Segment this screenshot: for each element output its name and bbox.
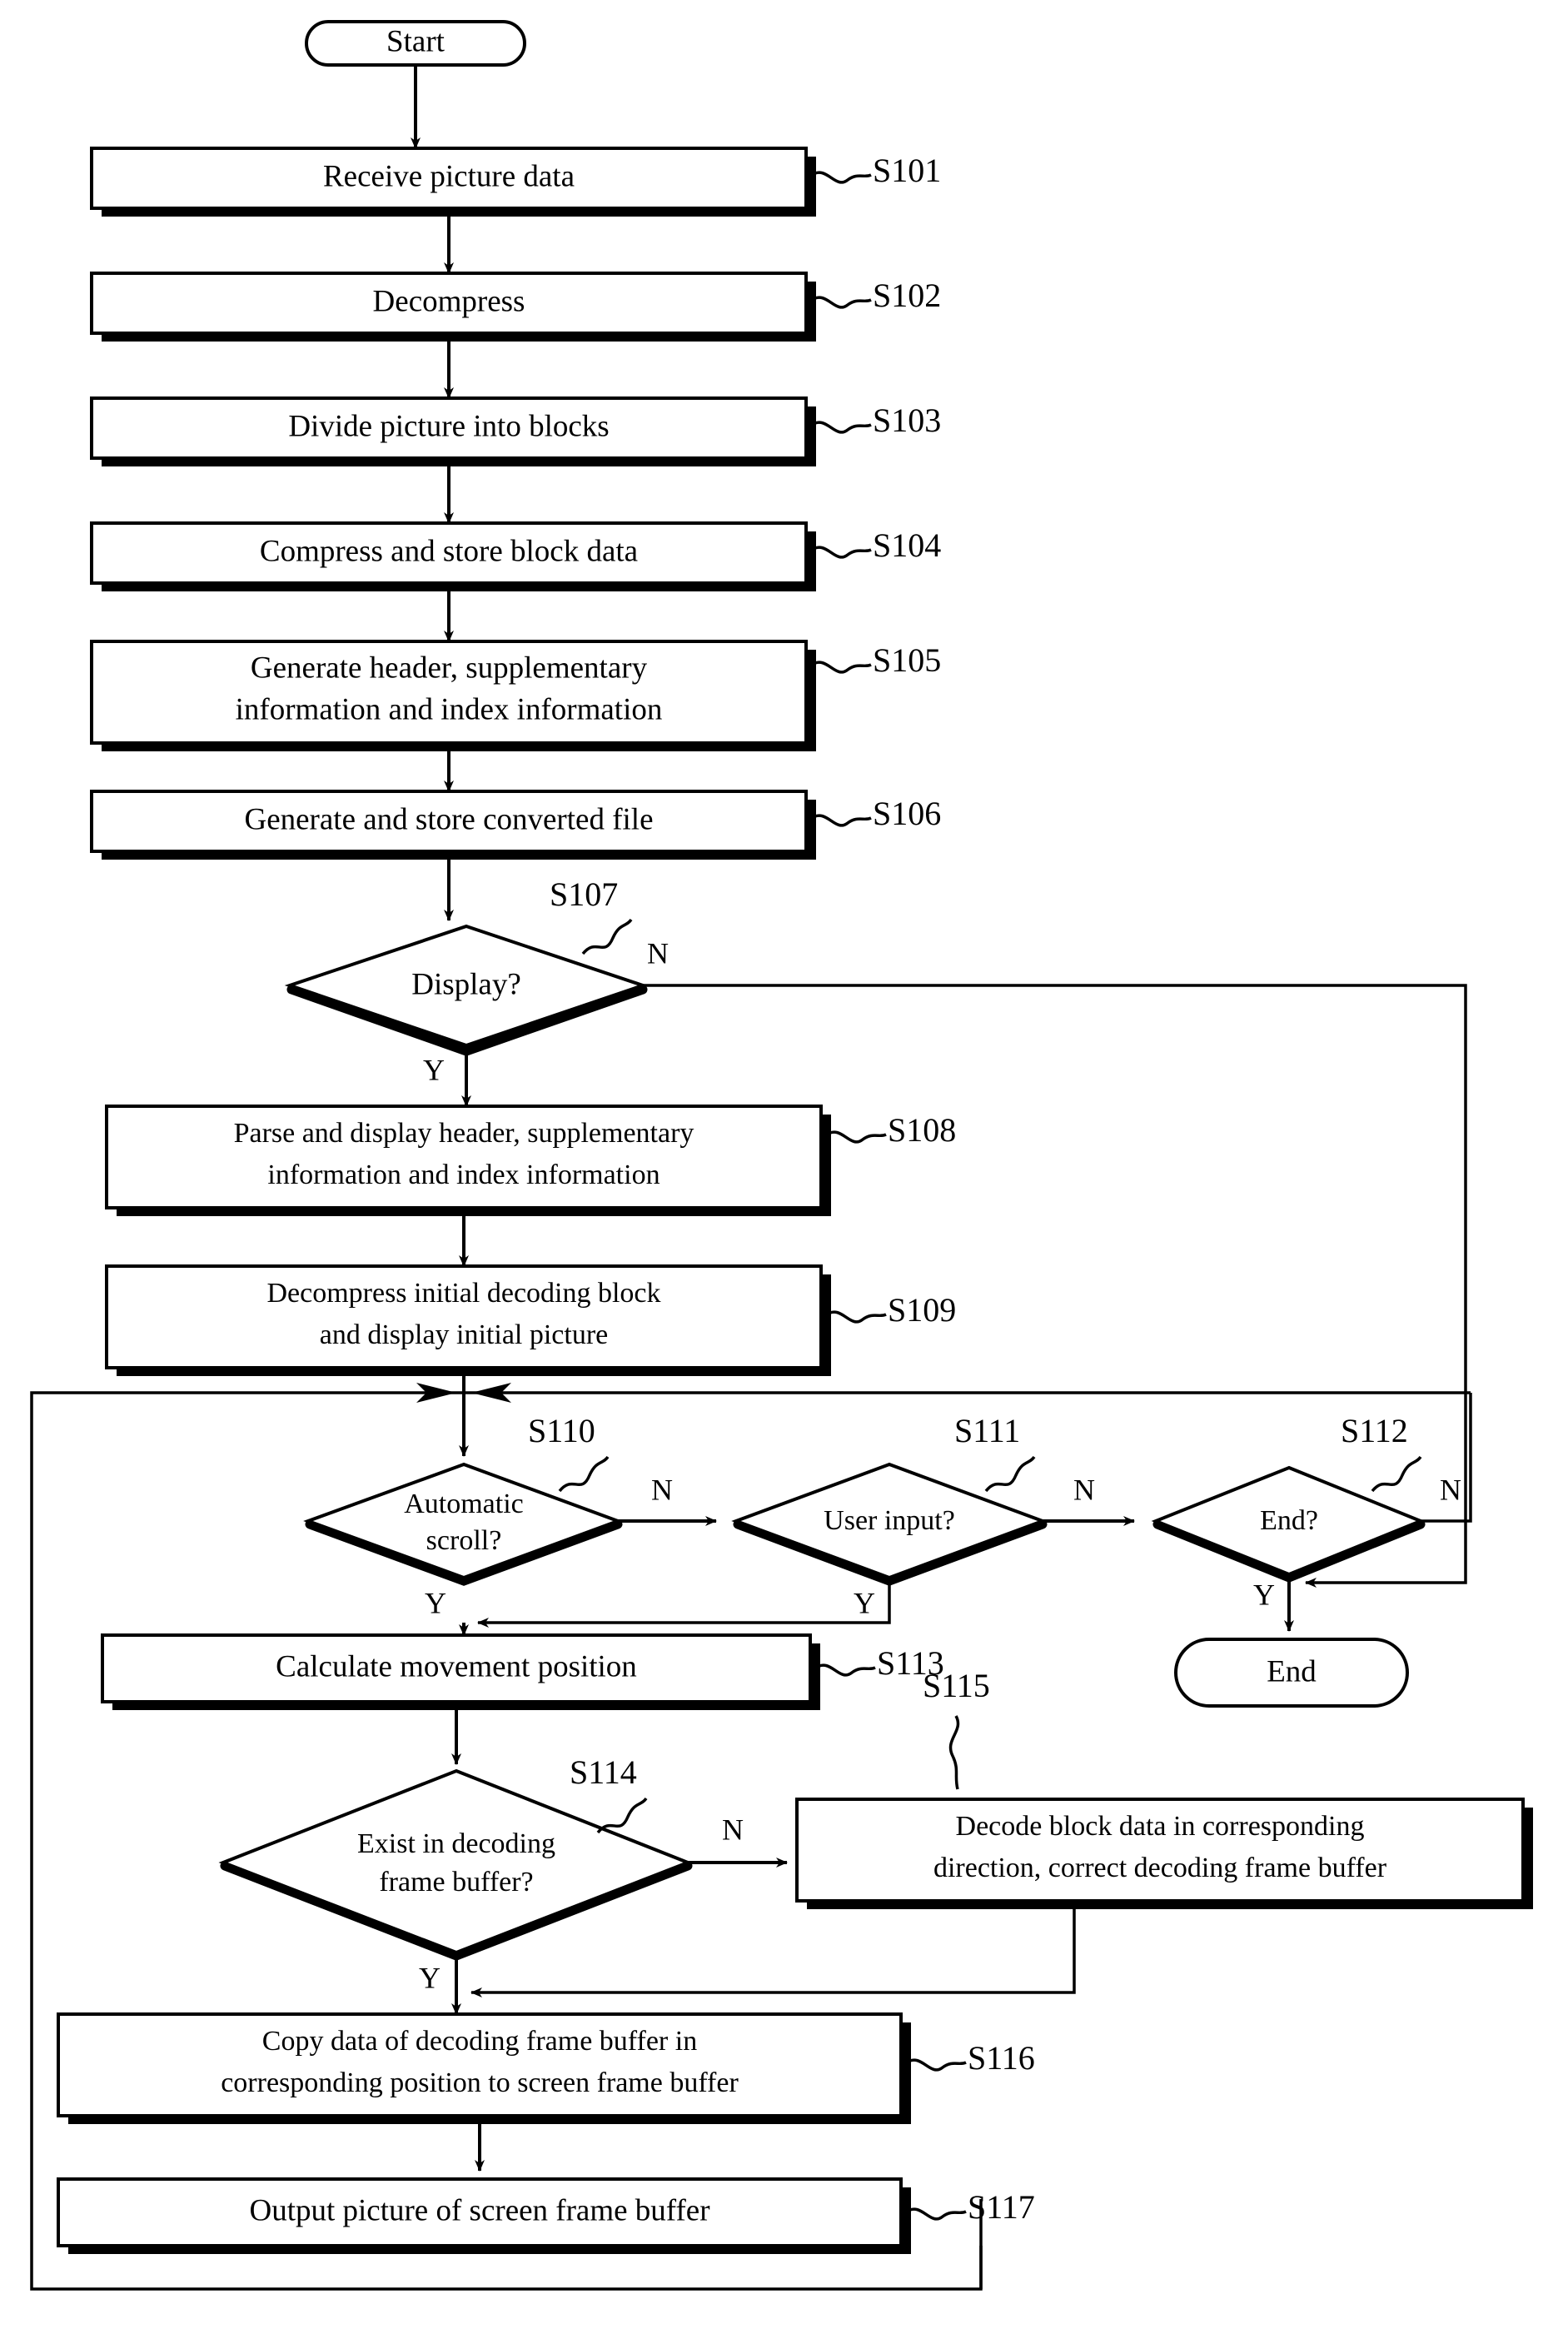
node-s108: Parse and display header, supplementary … — [105, 1105, 831, 1216]
s110-label-line2: scroll? — [426, 1525, 502, 1556]
s103-label: Divide picture into blocks — [288, 409, 609, 443]
s116-step: S116 — [968, 2039, 1035, 2077]
s104-label: Compress and store block data — [260, 534, 638, 568]
end-label: End — [1267, 1654, 1317, 1688]
s110-label-line1: Automatic — [404, 1489, 524, 1519]
s109-label-line1: Decompress initial decoding block — [266, 1278, 660, 1309]
s114-label-line2: frame buffer? — [379, 1867, 533, 1898]
s112-no-label: N — [1440, 1473, 1461, 1506]
s110-step: S110 — [528, 1412, 595, 1449]
s114-step: S114 — [570, 1753, 637, 1791]
s107-no-label: N — [647, 936, 669, 970]
s114-no-label: N — [722, 1813, 744, 1846]
s116-label-line1: Copy data of decoding frame buffer in — [262, 2026, 697, 2057]
s109-step: S109 — [888, 1291, 956, 1329]
s104-step: S104 — [873, 526, 941, 564]
s115-label-line2: direction, correct decoding frame buffer — [933, 1853, 1387, 1883]
node-s116: Copy data of decoding frame buffer in co… — [57, 2012, 911, 2124]
s111-label: User input? — [824, 1505, 955, 1536]
s117-label: Output picture of screen frame buffer — [249, 2193, 709, 2227]
node-start: Start — [305, 20, 526, 67]
s113-label: Calculate movement position — [276, 1649, 637, 1683]
node-s109: Decompress initial decoding block and di… — [105, 1264, 831, 1376]
s107-yes-label: Y — [423, 1053, 445, 1086]
s112-yes-label: Y — [1253, 1578, 1275, 1611]
s114-yes-label: Y — [419, 1961, 441, 1994]
node-s105: Generate header, supplementary informati… — [90, 640, 816, 751]
s114-label-line1: Exist in decoding — [357, 1828, 555, 1859]
s108-label-line1: Parse and display header, supplementary — [234, 1118, 694, 1149]
s111-step: S111 — [954, 1412, 1020, 1449]
flowchart-svg: Start Receive picture data S101 Decompre… — [0, 0, 1568, 2329]
s117-step: S117 — [968, 2188, 1035, 2226]
s103-step: S103 — [873, 401, 941, 439]
node-end: End — [1174, 1638, 1409, 1708]
node-s101: Receive picture data — [90, 147, 816, 217]
s112-label: End? — [1260, 1505, 1318, 1536]
node-s115: Decode block data in corresponding direc… — [795, 1798, 1533, 1909]
node-s102: Decompress — [90, 272, 816, 342]
node-s106: Generate and store converted file — [90, 790, 816, 860]
s112-step: S112 — [1341, 1412, 1408, 1449]
s101-label: Receive picture data — [323, 159, 575, 193]
s109-label-line2: and display initial picture — [320, 1319, 609, 1350]
s102-label: Decompress — [373, 284, 525, 318]
node-s103: Divide picture into blocks — [90, 396, 816, 466]
s108-step: S108 — [888, 1111, 956, 1149]
s105-step: S105 — [873, 641, 941, 679]
s101-step: S101 — [873, 152, 941, 189]
s115-label-line1: Decode block data in corresponding — [956, 1811, 1365, 1842]
s105-label-line1: Generate header, supplementary — [251, 651, 648, 685]
s107-label: Display? — [411, 967, 521, 1001]
start-label: Start — [386, 24, 446, 58]
s110-no-label: N — [651, 1473, 673, 1506]
node-s117: Output picture of screen frame buffer — [57, 2177, 911, 2254]
s111-yes-label: Y — [854, 1586, 875, 1619]
node-s104: Compress and store block data — [90, 521, 816, 591]
node-s113: Calculate movement position — [101, 1633, 820, 1710]
s102-step: S102 — [873, 277, 941, 314]
s107-step: S107 — [550, 875, 618, 913]
s108-label-line2: information and index information — [267, 1160, 660, 1190]
s106-step: S106 — [873, 795, 941, 832]
s116-label-line2: corresponding position to screen frame b… — [221, 2067, 739, 2098]
s111-no-label: N — [1073, 1473, 1095, 1506]
s106-label: Generate and store converted file — [244, 802, 653, 836]
flowchart-canvas: Start Receive picture data S101 Decompre… — [0, 0, 1568, 2329]
s105-label-line2: information and index information — [236, 692, 663, 726]
s115-step: S115 — [923, 1667, 990, 1704]
s110-yes-label: Y — [425, 1586, 446, 1619]
